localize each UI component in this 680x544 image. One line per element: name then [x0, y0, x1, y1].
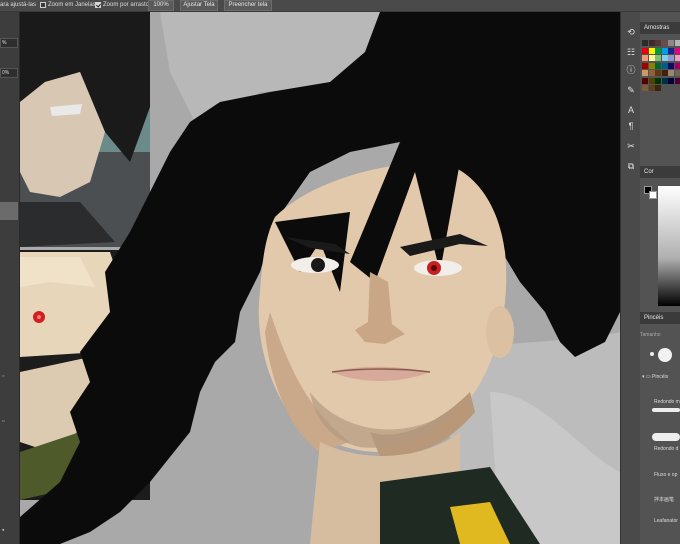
brush-settings-icon[interactable]: ✎	[625, 84, 637, 96]
character-icon[interactable]: A	[625, 104, 637, 116]
scrubby-zoom-label: Zoom por arrasto	[103, 2, 150, 8]
color-swatch[interactable]	[661, 62, 668, 69]
layers-panel-edge: % 0% ◦ ▫ ▪	[0, 12, 20, 544]
fill-field[interactable]: 0%	[0, 68, 18, 78]
color-swatch[interactable]	[668, 62, 674, 69]
opacity-field[interactable]: %	[0, 38, 18, 48]
color-swatch[interactable]	[661, 47, 668, 54]
tool-presets-icon[interactable]: ✂	[625, 140, 637, 152]
brush-item-2[interactable]: Redondo d	[640, 446, 680, 452]
background-color-swatch[interactable]	[649, 191, 657, 199]
color-swatch[interactable]	[668, 55, 674, 61]
color-swatch[interactable]	[655, 62, 661, 69]
brush-stroke-preview-1	[652, 408, 680, 412]
color-swatch[interactable]	[674, 70, 680, 76]
color-swatch[interactable]	[648, 40, 655, 46]
eye-icon[interactable]: ◦	[2, 372, 12, 382]
color-tab[interactable]: Cor	[640, 166, 680, 178]
fill-screen-button[interactable]: Preencher tela	[224, 0, 272, 11]
reference-image-top	[20, 12, 150, 247]
color-swatch[interactable]	[674, 77, 680, 84]
color-picker-field[interactable]	[658, 186, 680, 306]
color-swatch[interactable]	[648, 55, 655, 61]
color-swatch[interactable]	[668, 70, 674, 76]
history-icon[interactable]: ⟲	[625, 26, 637, 38]
color-swatch[interactable]	[642, 85, 648, 91]
swatches-tab[interactable]: Amostras	[640, 22, 680, 34]
color-swatch[interactable]	[668, 77, 674, 84]
trash-icon[interactable]: ▪	[2, 526, 12, 536]
color-swatch[interactable]	[642, 40, 648, 46]
color-swatch[interactable]	[642, 77, 648, 84]
color-swatch[interactable]	[668, 47, 674, 54]
document-canvas[interactable]: Ativar oAcesse Cont	[20, 12, 620, 544]
color-swatch[interactable]	[655, 47, 661, 54]
brush-group-row[interactable]: ▾ ▭ Pincéis	[640, 374, 680, 380]
color-swatch[interactable]	[661, 70, 668, 76]
brush-group-label: Pincéis	[652, 374, 669, 380]
color-swatch[interactable]	[674, 55, 680, 61]
color-swatch[interactable]	[674, 47, 680, 54]
brush-preset-large[interactable]	[658, 348, 672, 362]
color-swatch[interactable]	[648, 77, 655, 84]
color-swatch[interactable]	[648, 62, 655, 69]
brush-item-3[interactable]: Fluxo e op	[640, 472, 680, 478]
paragraph-icon[interactable]: ¶	[625, 120, 637, 132]
color-swatch[interactable]	[642, 70, 648, 76]
color-swatch[interactable]	[655, 77, 661, 84]
color-swatch[interactable]	[642, 55, 648, 61]
lock-icon[interactable]: ▫	[2, 417, 12, 427]
color-swatch[interactable]	[661, 55, 668, 61]
info-icon[interactable]: ⓘ	[625, 64, 637, 76]
panel-icon-strip: ⟲ ☷ ⓘ ✎ A ¶ ✂ ⧉	[620, 12, 640, 544]
zoom-windows-checkbox[interactable]	[40, 2, 46, 8]
color-swatch[interactable]	[674, 40, 680, 46]
color-swatch[interactable]	[661, 77, 668, 84]
color-swatch[interactable]	[668, 40, 674, 46]
brush-stroke-preview-2	[652, 433, 680, 441]
color-swatch[interactable]	[655, 40, 661, 46]
brush-preset-small[interactable]	[650, 352, 654, 356]
fit-screen-button[interactable]: Ajustar Tela	[180, 0, 218, 11]
right-panels: Amostras Cor Pincéis Tamanho ▾ ▭ Pincéis…	[640, 12, 680, 544]
options-bar: ara ajustá-las Zoom em Janelas Zoom por …	[0, 0, 680, 12]
color-swatch[interactable]	[655, 85, 661, 91]
resize-windows-label: ara ajustá-las	[0, 2, 37, 8]
brush-item-5[interactable]: Leafanator	[640, 518, 680, 524]
artwork	[20, 12, 620, 544]
color-swatch[interactable]	[648, 70, 655, 76]
color-swatch[interactable]	[642, 47, 648, 54]
clone-source-icon[interactable]: ⧉	[625, 160, 637, 172]
zoom-100-button[interactable]: 100%	[148, 0, 174, 11]
brush-size-label: Tamanho	[640, 332, 661, 338]
color-swatch[interactable]	[655, 55, 661, 61]
brush-item-1[interactable]: Redondo m	[640, 399, 680, 405]
zoom-windows-label: Zoom em Janelas	[48, 2, 96, 8]
brush-item-4[interactable]: 拌本画笔	[640, 496, 680, 503]
color-swatch[interactable]	[655, 70, 661, 76]
color-swatch[interactable]	[648, 85, 655, 91]
brushes-tab[interactable]: Pincéis	[640, 312, 680, 324]
properties-icon[interactable]: ☷	[625, 46, 637, 58]
color-swatch[interactable]	[648, 47, 655, 54]
color-swatch[interactable]	[642, 62, 648, 69]
scrubby-zoom-checkbox[interactable]	[95, 2, 101, 8]
layer-row-selected[interactable]	[0, 202, 18, 220]
color-swatch[interactable]	[661, 40, 668, 46]
swatches-grid	[640, 38, 680, 128]
color-swatch[interactable]	[674, 62, 680, 69]
